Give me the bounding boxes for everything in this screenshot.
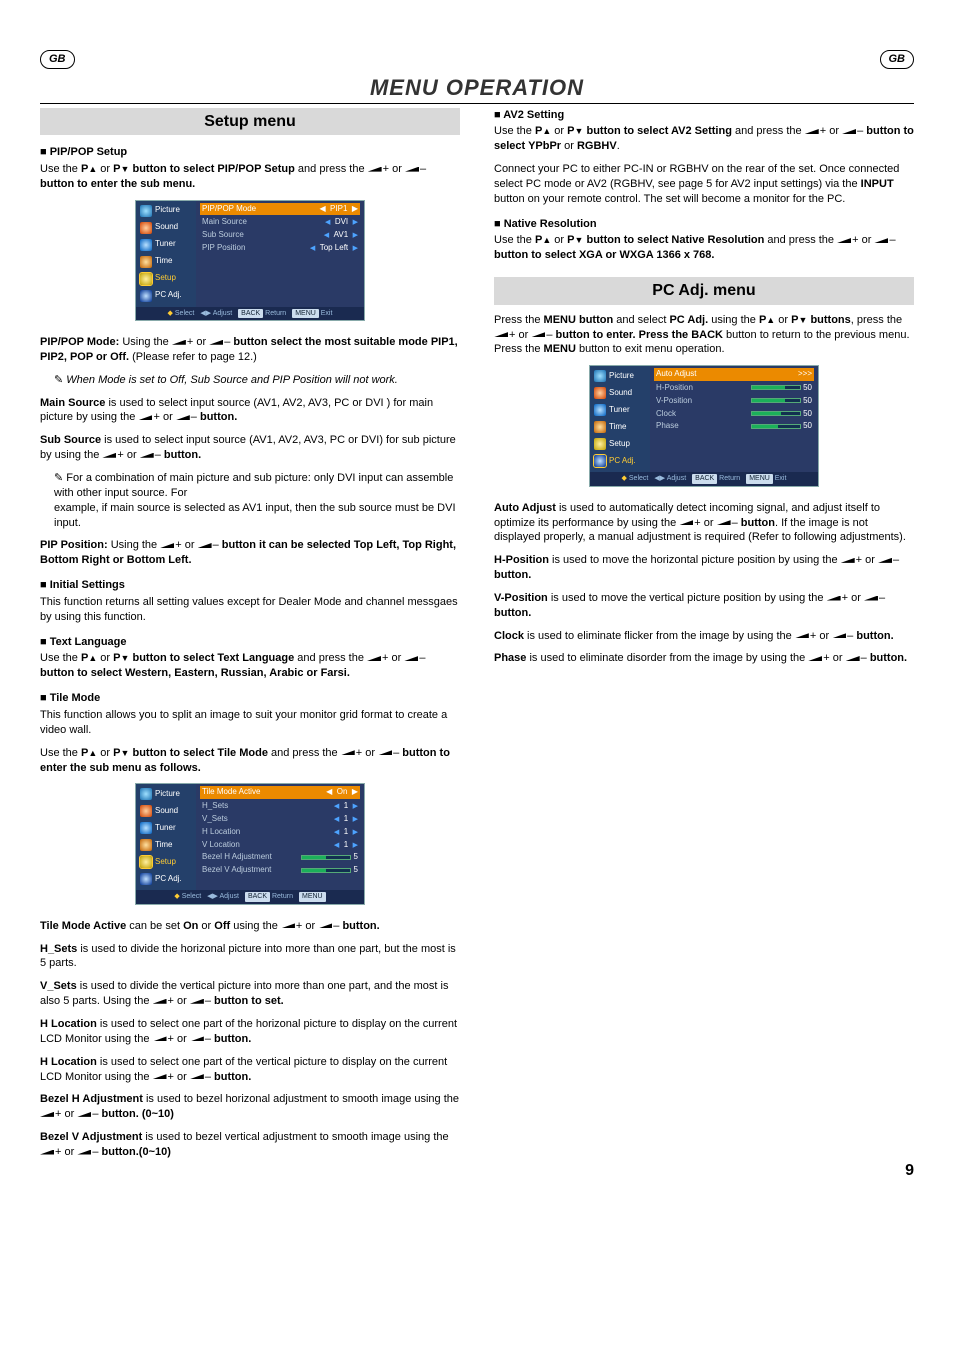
right-column: AV2 Setting Use the P or P button to sel…	[494, 108, 914, 1168]
av2-setting-head: AV2 Setting	[494, 108, 914, 123]
tile-mode-nav: Use the P or P button to select Tile Mod…	[40, 746, 460, 776]
av2-para: Connect your PC to either PC-IN or RGBHV…	[494, 162, 914, 207]
pip-pop-setup-head: PIP/POP Setup	[40, 145, 460, 160]
pip-pop-intro: Use the P or P button to select PIP/POP …	[40, 162, 460, 192]
pc-adj-menu-banner: PC Adj. menu	[494, 277, 914, 305]
bezel-h-para: Bezel H Adjustment is used to bezel hori…	[40, 1092, 460, 1122]
text-language-para: Use the P or P button to select Text Lan…	[40, 651, 460, 681]
tile-mode-active-para: Tile Mode Active can be set On or Off us…	[40, 919, 460, 934]
hloc-para: H Location is used to select one part of…	[40, 1017, 460, 1047]
bezel-v-para: Bezel V Adjustment is used to bezel vert…	[40, 1130, 460, 1160]
v-position-para: V-Position is used to move the vertical …	[494, 591, 914, 621]
sub-source-note: For a combination of main picture and su…	[54, 471, 460, 530]
setup-menu-banner: Setup menu	[40, 108, 460, 136]
phase-para: Phase is used to eliminate disorder from…	[494, 651, 914, 666]
osd-pip-pop: Picture Sound Tuner Time Setup PC Adj. P…	[135, 200, 365, 321]
sub-source-para: Sub Source is used to select input sourc…	[40, 433, 460, 463]
header-row: GB GB	[40, 50, 914, 69]
page-number: 9	[905, 1160, 914, 1182]
vsets-para: V_Sets is used to divide the vertical pi…	[40, 979, 460, 1009]
gb-left: GB	[40, 50, 75, 69]
native-resolution-para: Use the P or P button to select Native R…	[494, 233, 914, 263]
native-resolution-head: Native Resolution	[494, 217, 914, 232]
left-column: Setup menu PIP/POP Setup Use the P or P …	[40, 108, 460, 1168]
pip-mode-note: When Mode is set to Off, Sub Source and …	[54, 373, 460, 388]
h-position-para: H-Position is used to move the horizonta…	[494, 553, 914, 583]
initial-settings-text: This function returns all setting values…	[40, 595, 460, 625]
clock-para: Clock is used to eliminate flicker from …	[494, 629, 914, 644]
pip-position-para: PIP Position: Using the + or – button it…	[40, 538, 460, 568]
initial-settings-head: Initial Settings	[40, 578, 460, 593]
hsets-para: H_Sets is used to divide the horizonal p…	[40, 942, 460, 972]
tile-mode-head: Tile Mode	[40, 691, 460, 706]
vloc-para: H Location is used to select one part of…	[40, 1055, 460, 1085]
pip-mode-para: PIP/POP Mode: Using the + or – button se…	[40, 335, 460, 365]
osd-tile-mode: Picture Sound Tuner Time Setup PC Adj. T…	[135, 783, 365, 904]
tile-mode-intro: This function allows you to split an ima…	[40, 708, 460, 738]
gb-right: GB	[880, 50, 915, 69]
main-source-para: Main Source is used to select input sour…	[40, 396, 460, 426]
osd-pc-adj: Picture Sound Tuner Time Setup PC Adj. A…	[589, 365, 819, 486]
page-title: MENU OPERATION	[40, 73, 914, 104]
av2-line1: Use the P or P button to select AV2 Sett…	[494, 124, 914, 154]
auto-adjust-para: Auto Adjust is used to automatically det…	[494, 501, 914, 546]
text-language-head: Text Language	[40, 635, 460, 650]
pc-adj-intro: Press the MENU button and select PC Adj.…	[494, 313, 914, 358]
